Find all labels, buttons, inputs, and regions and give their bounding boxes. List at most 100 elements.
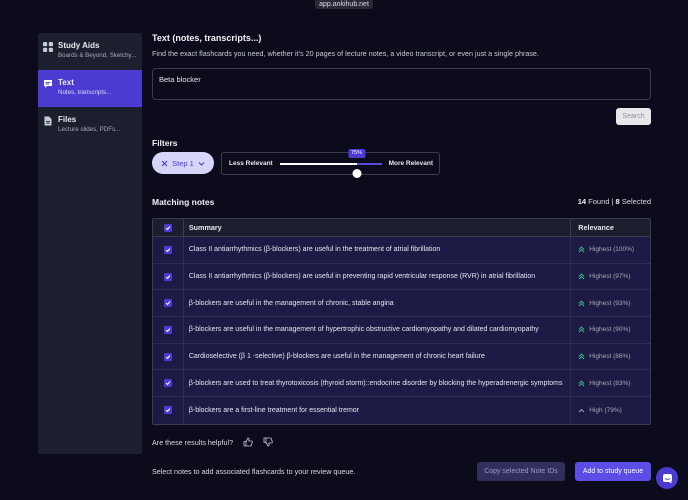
row-checkbox[interactable] [163, 245, 172, 254]
feedback-row: Are these results helpful? [152, 437, 273, 447]
relevance-slider-box: Less Relevant 75% More Relevant [221, 149, 440, 178]
row-summary: β-blockers are useful in the management … [184, 290, 572, 317]
thumbs-up-icon[interactable] [243, 437, 253, 447]
row-checkbox-cell [153, 397, 184, 424]
selected-count: 8 [615, 197, 620, 206]
sidebar-item-text[interactable]: Text Notes, transcripts... [38, 70, 142, 107]
row-summary: β-blockers are a first-line treatment fo… [184, 397, 572, 424]
matching-notes-heading: Matching notes [152, 197, 215, 207]
double-chevron-up-icon [578, 380, 585, 387]
grid-icon [43, 42, 53, 52]
row-summary: Class II antiarrhythmics (β-blockers) ar… [184, 237, 572, 263]
found-label: Found | [588, 197, 614, 206]
relevance-slider[interactable]: 75% [280, 149, 382, 178]
sidebar-item-subtitle: Boards & Beyond, Sketchy... [58, 52, 137, 59]
sidebar-item-title: Text [58, 78, 74, 87]
table-row[interactable]: β-blockers are useful in the management … [153, 290, 650, 318]
table-row[interactable]: β-blockers are a first-line treatment fo… [153, 397, 650, 424]
row-checkbox[interactable] [163, 379, 172, 388]
table-row[interactable]: Class II antiarrhythmics (β-blockers) ar… [153, 237, 650, 264]
row-relevance-label: Highest (93%) [589, 299, 631, 307]
table-header: Summary Relevance [153, 219, 650, 237]
row-relevance-label: Highest (100%) [589, 246, 635, 254]
filters-heading: Filters [152, 138, 178, 148]
table-row[interactable]: β-blockers are useful in the management … [153, 317, 650, 344]
row-checkbox-cell [153, 343, 184, 370]
checkmark-icon [165, 408, 171, 413]
row-summary: β-blockers are used to treat thyrotoxico… [184, 370, 572, 397]
double-chevron-up-icon [578, 326, 585, 333]
select-all-cell [153, 219, 184, 236]
sidebar-item-title: Study Aids [58, 41, 100, 50]
checkmark-icon [165, 248, 171, 253]
row-relevance-label: Highest (83%) [589, 379, 631, 387]
slider-value-tooltip: 75% [348, 149, 365, 158]
browser-url-bar[interactable]: app.ankihub.net [0, 0, 688, 9]
slider-fill [280, 163, 357, 165]
chat-support-button[interactable] [656, 467, 678, 489]
sidebar-item-subtitle: Notes, transcripts... [58, 89, 112, 96]
row-checkbox-cell [153, 237, 184, 263]
more-relevant-label: More Relevant [388, 160, 433, 167]
checkmark-icon [165, 301, 171, 306]
checkmark-icon [165, 274, 171, 279]
row-summary: Cardioselective (β 1 -selective) β-block… [184, 343, 572, 370]
row-relevance: Highest (93%) [571, 300, 650, 307]
summary-column-header: Summary [184, 219, 572, 236]
chat-bubble-icon [44, 80, 52, 88]
row-relevance: Highest (97%) [571, 273, 650, 280]
row-relevance-label: Highest (86%) [589, 353, 631, 361]
table-row[interactable]: Class II antiarrhythmics (β-blockers) ar… [153, 263, 650, 291]
sidebar-item-study-aids[interactable]: Study Aids Boards & Beyond, Sketchy... [38, 33, 142, 70]
close-icon[interactable] [161, 160, 168, 167]
main-panel: Text (notes, transcripts...) Find the ex… [152, 33, 652, 481]
page-description: Find the exact flashcards you need, whet… [152, 49, 539, 58]
sidebar-item-files[interactable]: Files Lecture slides, PDFs... [38, 107, 142, 144]
sidebar-item-title: Files [58, 115, 77, 124]
query-textarea[interactable]: Beta blocker [152, 68, 651, 100]
slider-thumb[interactable] [352, 169, 361, 178]
row-checkbox[interactable] [163, 272, 172, 281]
row-summary: Class II antiarrhythmics (β-blockers) ar… [184, 263, 572, 290]
chat-icon [662, 473, 672, 483]
row-summary: β-blockers are useful in the management … [184, 317, 572, 343]
row-checkbox-cell [153, 290, 184, 317]
row-checkbox[interactable] [163, 325, 172, 334]
footer-hint: Select notes to add associated flashcard… [152, 467, 356, 476]
relevance-column-header: Relevance [578, 223, 614, 232]
step-filter-label: Step 1 [172, 158, 194, 168]
table-row[interactable]: β-blockers are used to treat thyrotoxico… [153, 370, 650, 398]
checkmark-icon [165, 381, 171, 386]
double-chevron-up-icon [578, 300, 585, 307]
row-relevance: Highest (100%) [571, 246, 650, 253]
double-chevron-up-icon [578, 353, 585, 360]
search-button[interactable]: Search [616, 108, 651, 125]
found-count: 14 [577, 197, 587, 206]
select-all-checkbox[interactable] [163, 223, 172, 232]
double-chevron-up-icon [578, 246, 585, 253]
row-checkbox-cell [153, 370, 184, 397]
checkmark-icon [165, 225, 171, 230]
row-relevance-label: High (79%) [589, 406, 622, 414]
step-filter-dropdown[interactable]: Step 1 [152, 152, 214, 174]
add-to-study-queue-button[interactable]: Add to study queue [575, 462, 651, 481]
selected-label: Selected [621, 197, 651, 206]
row-checkbox[interactable] [163, 299, 172, 308]
table-row[interactable]: Cardioselective (β 1 -selective) β-block… [153, 343, 650, 371]
double-chevron-up-icon [578, 273, 585, 280]
sidebar: Study Aids Boards & Beyond, Sketchy... T… [38, 33, 142, 454]
row-checkbox-cell [153, 317, 184, 343]
row-checkbox[interactable] [163, 352, 172, 361]
chevron-down-icon [198, 161, 205, 166]
row-checkbox[interactable] [163, 406, 172, 415]
results-table: Summary Relevance Class II antiarrhythmi… [152, 218, 651, 425]
checkmark-icon [165, 354, 171, 359]
thumbs-down-icon[interactable] [263, 437, 273, 447]
document-icon [44, 116, 52, 126]
row-relevance-label: Highest (90%) [589, 326, 631, 334]
copy-note-ids-button[interactable]: Copy selected Note IDs [477, 462, 565, 481]
page-title: Text (notes, transcripts...) [152, 33, 262, 43]
row-relevance: Highest (83%) [571, 380, 650, 387]
feedback-question: Are these results helpful? [152, 437, 234, 447]
chevron-up-icon [578, 408, 585, 413]
